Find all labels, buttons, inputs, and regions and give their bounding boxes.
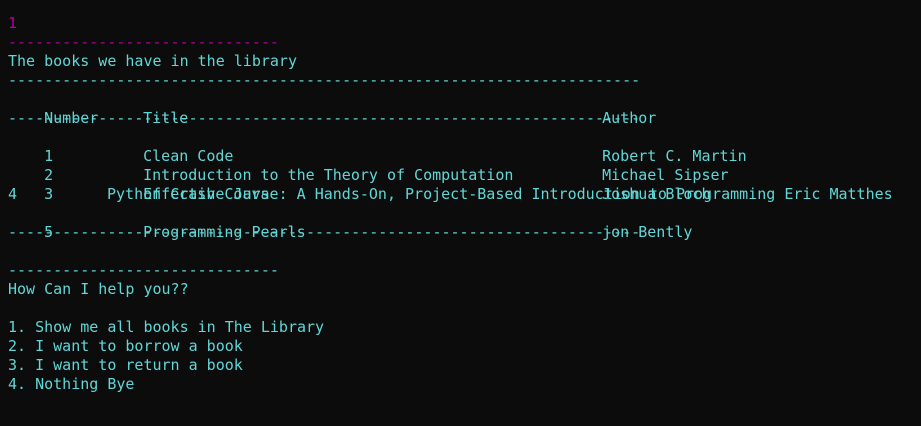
menu-option-return: 3. I want to return a book	[8, 356, 243, 374]
book-author: Eric Matthes	[784, 185, 893, 203]
terminal-output: 1 ------------------------------ The boo…	[8, 14, 893, 394]
menu-separator: ------------------------------	[8, 261, 279, 279]
user-input-echo: 1	[8, 14, 18, 32]
book-title: Python Crash Course: A Hands-On, Project…	[107, 185, 776, 203]
table-bottom-rule: ----------------------------------------…	[8, 223, 641, 241]
table-row: 5 Programming Pearls jon Bently	[8, 204, 893, 241]
table-header-rule: ----------------------------------------…	[8, 109, 641, 127]
menu-option-borrow: 2. I want to borrow a book	[8, 337, 243, 355]
menu-prompt: How Can I help you??	[8, 280, 189, 298]
menu-option-show-all: 1. Show me all books in The Library	[8, 318, 325, 336]
library-header: The books we have in the library	[8, 52, 297, 70]
book-number: 2	[44, 166, 54, 184]
table-header-row: Number Title Author	[8, 90, 893, 127]
book-title: Clean Code	[143, 147, 234, 165]
book-author: Michael Sipser	[602, 166, 729, 184]
book-number: 4	[8, 185, 18, 203]
input-separator: ------------------------------	[8, 33, 279, 51]
table-row: 4 Python Crash Course: A Hands-On, Projec…	[8, 185, 893, 204]
table-row: 1 Clean Code Robert C. Martin	[8, 128, 893, 165]
book-author: Robert C. Martin	[602, 147, 747, 165]
book-title: Introduction to the Theory of Computatio…	[143, 166, 514, 184]
menu-option-exit: 4. Nothing Bye	[8, 375, 135, 393]
table-top-rule: ----------------------------------------…	[8, 71, 641, 89]
book-number: 1	[44, 147, 54, 165]
book-title-author-gap	[775, 185, 784, 203]
